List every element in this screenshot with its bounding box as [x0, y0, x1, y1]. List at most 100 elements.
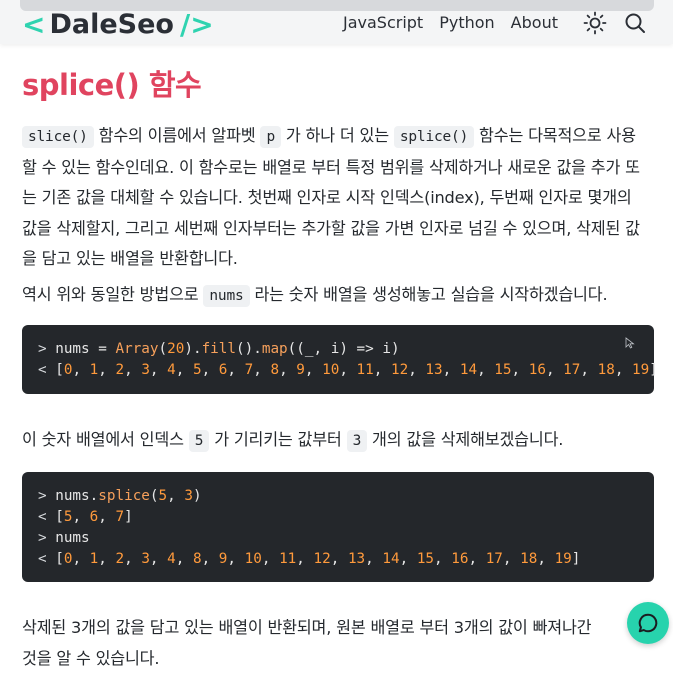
logo-text: DaleSeo: [49, 9, 174, 40]
code-token: nums.: [55, 488, 99, 504]
code-token: nums: [55, 530, 90, 546]
prompt: <: [38, 551, 56, 567]
paragraph-delete: 이 숫자 배열에서 인덱스 5 가 기리키는 값부터 3 개의 값을 삭제해보겠…: [22, 425, 650, 457]
array-value: 14: [459, 362, 478, 378]
chat-bubble-icon: [638, 613, 658, 633]
nav-python[interactable]: Python: [439, 13, 494, 32]
array-value: 12: [390, 362, 409, 378]
mouse-cursor-icon: [625, 337, 635, 349]
logo-right-bracket: />: [179, 8, 214, 41]
code-token: fill: [201, 341, 237, 357]
array-value: 15: [416, 551, 435, 567]
code-token: ((_, i): [287, 341, 357, 357]
array-value: 4: [167, 551, 176, 567]
code-token: map: [261, 341, 288, 357]
array-value: 19: [632, 362, 650, 378]
array-value: 1: [89, 551, 99, 567]
main-nav: JavaScript Python About: [343, 13, 558, 32]
text: 역시 위와 동일한 방법으로: [22, 285, 204, 304]
code-token: i): [373, 341, 400, 357]
array-value: 18: [520, 551, 538, 567]
chat-button[interactable]: [627, 602, 669, 644]
array-value: 3: [141, 551, 150, 567]
nav-javascript[interactable]: JavaScript: [343, 13, 423, 32]
logo-left-bracket: <: [22, 8, 46, 41]
text: 라는 숫자 배열을 생성해놓고 실습을 시작하겠습니다.: [249, 285, 608, 304]
inline-code: nums: [203, 285, 250, 307]
inline-code: 3: [346, 430, 368, 452]
code-token: 3: [184, 488, 193, 504]
array-value: 3: [141, 362, 150, 378]
inline-code: p: [260, 126, 281, 148]
text: 이 숫자 배열에서 인덱스: [22, 430, 189, 449]
paragraph-result: 삭제된 3개의 값을 담고 있는 배열이 반환되며, 원본 배열로 부터 3개의…: [22, 613, 650, 674]
array-value: 19: [554, 551, 572, 567]
text: 개의 값을 삭제해보겠습니다.: [367, 430, 564, 449]
text: 것을 알 수 있습니다.: [22, 648, 160, 668]
array-value: 9: [296, 362, 305, 378]
array-value: 4: [167, 362, 176, 378]
array-value: 14: [382, 551, 400, 567]
text: 함수의 이름에서 알파벳: [93, 126, 261, 145]
prompt: >: [38, 488, 56, 504]
array-value: 10: [322, 362, 340, 378]
code-token: ).: [184, 341, 202, 357]
site-header: < DaleSeo /> JavaScript Python About: [0, 0, 673, 44]
text: 가 기리키는 값부터: [209, 430, 347, 449]
array-value: 8: [192, 551, 202, 567]
array-value: 11: [356, 362, 374, 378]
nav-about[interactable]: About: [511, 13, 558, 32]
paragraph-intro: slice() 함수의 이름에서 알파벳 p 가 하나 더 있는 splice(…: [22, 121, 650, 275]
array-value: 10: [244, 551, 262, 567]
array-value: 18: [597, 362, 615, 378]
array-value: 2: [115, 551, 125, 567]
code-token: ,: [167, 488, 185, 504]
code-token: ().: [236, 341, 262, 357]
array-value: 11: [279, 551, 297, 567]
code-block-splice: > nums.splice(5, 3) < [5, 6, 7] > nums <…: [22, 472, 654, 582]
array-value: 13: [425, 362, 443, 378]
code-token: (: [149, 488, 159, 504]
code-token: (: [158, 341, 168, 357]
inline-code: 5: [188, 430, 210, 452]
code-token: 20: [167, 341, 185, 357]
prompt: <: [38, 362, 56, 378]
code-token: ): [192, 488, 202, 504]
array-output: [5, 6, 7]: [55, 509, 133, 525]
code-token: splice: [98, 488, 150, 504]
array-value: 2: [115, 362, 125, 378]
array-value: 16: [528, 362, 546, 378]
array-value: 7: [115, 509, 125, 525]
site-logo[interactable]: < DaleSeo />: [22, 8, 214, 41]
array-value: 6: [89, 509, 99, 525]
sun-icon[interactable]: [583, 11, 607, 35]
code-token: nums: [55, 341, 90, 357]
prompt: >: [38, 341, 56, 357]
array-value: 5: [192, 362, 202, 378]
array-value: 16: [451, 551, 469, 567]
text: 삭제된 3개의 값을 담고 있는 배열이 반환되며, 원본 배열로 부터 3개의…: [22, 618, 592, 637]
array-value: 15: [494, 362, 512, 378]
array-value: 13: [347, 551, 366, 567]
array-value: 12: [313, 551, 331, 567]
array-output: [0, 1, 2, 3, 4, 5, 6, 7, 8, 9, 10, 11, 1…: [55, 362, 658, 378]
array-value: 8: [270, 362, 280, 378]
array-value: 17: [563, 362, 581, 378]
code-token: Array: [115, 341, 159, 357]
text: 가 하나 더 있는: [280, 126, 394, 145]
inline-code: splice(): [393, 126, 475, 148]
prompt: <: [38, 509, 56, 525]
code-token: =: [89, 341, 116, 357]
array-value: 1: [89, 362, 99, 378]
code-token: 5: [158, 488, 168, 504]
array-value: 7: [244, 362, 254, 378]
inline-code: slice(): [22, 126, 94, 148]
search-icon[interactable]: [623, 11, 647, 35]
code-token: =>: [356, 341, 374, 357]
paragraph-setup: 역시 위와 동일한 방법으로 nums 라는 숫자 배열을 생성해놓고 실습을 …: [22, 280, 650, 312]
array-value: 17: [485, 551, 503, 567]
code-block-create: > nums = Array(20).fill().map((_, i) => …: [22, 325, 658, 394]
array-output: [0, 1, 2, 3, 4, 8, 9, 10, 11, 12, 13, 14…: [55, 551, 581, 567]
prompt: >: [38, 530, 56, 546]
text: 함수는 다목적으로 사용할 수 있는 함수인데요. 이 함수로는 배열로 부터 …: [22, 126, 640, 268]
